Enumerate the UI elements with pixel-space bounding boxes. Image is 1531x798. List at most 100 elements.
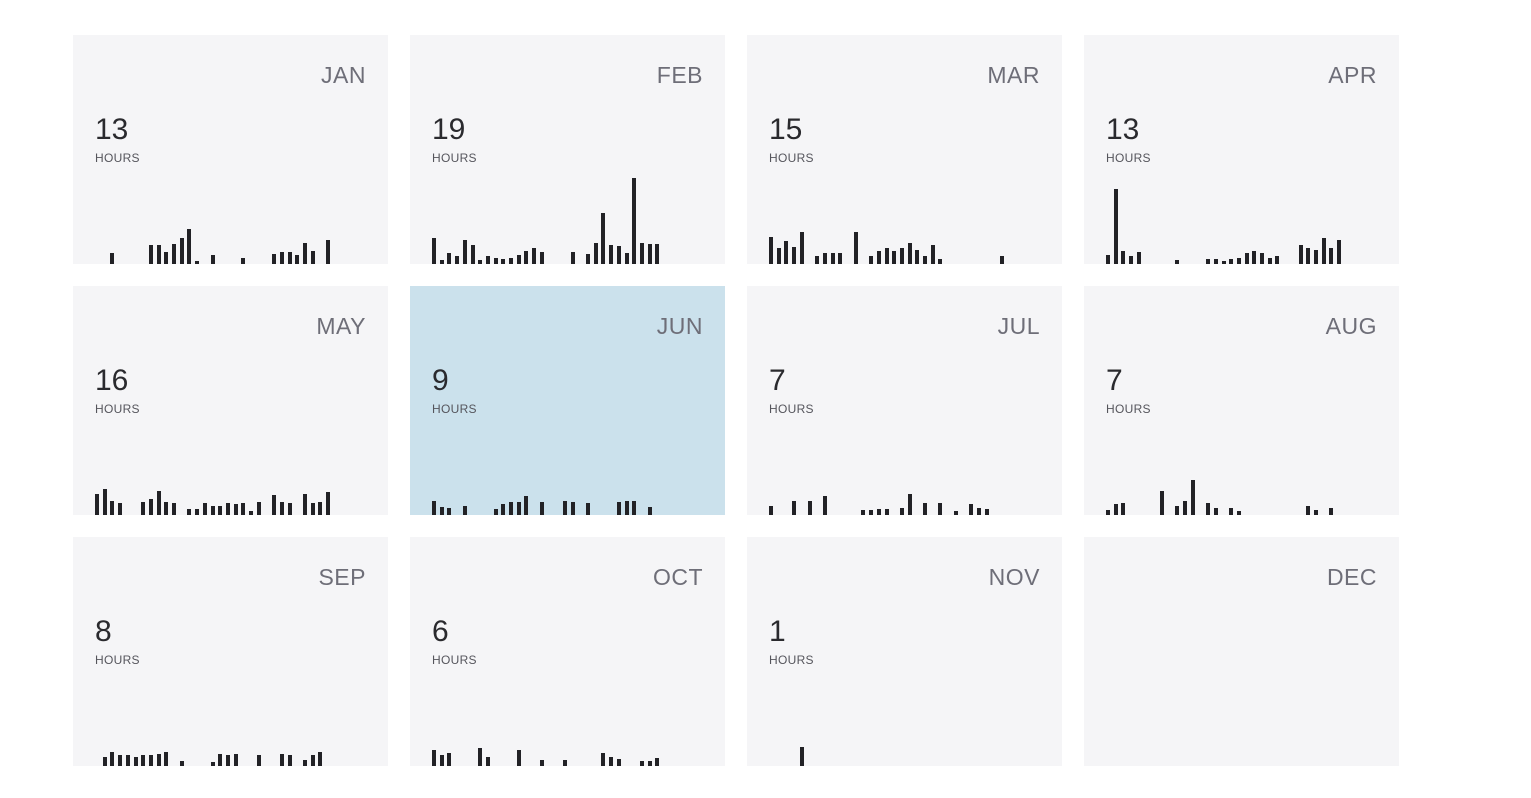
day-bar: [624, 500, 629, 515]
day-bar: [1000, 255, 1004, 264]
day-bar: [1206, 503, 1211, 515]
day-bar: [853, 231, 858, 264]
day-bar: [769, 237, 773, 264]
day-bar: [647, 507, 652, 515]
day-bar: [501, 504, 506, 515]
day-bar: [509, 257, 513, 264]
month-card-oct[interactable]: OCT 6 HOURS: [410, 537, 725, 766]
day-bar: [1106, 255, 1110, 264]
day-bar: [326, 239, 330, 264]
hours-value: 13: [1106, 113, 1140, 146]
month-card-apr[interactable]: APR 13 HOURS: [1084, 35, 1399, 264]
day-bar: [241, 258, 246, 264]
month-card-jan[interactable]: JAN 13 HOURS: [73, 35, 388, 264]
day-bar: [639, 242, 644, 264]
day-bar: [1298, 245, 1303, 264]
day-bar: [593, 242, 598, 264]
day-bar: [1121, 503, 1126, 515]
day-bar: [1190, 480, 1195, 515]
day-bar: [279, 501, 284, 515]
day-bar: [562, 759, 567, 766]
month-card-mar[interactable]: MAR 15 HOURS: [747, 35, 1062, 264]
day-bar: [179, 238, 184, 264]
day-bar: [148, 498, 153, 515]
day-bar: [272, 495, 277, 515]
day-bar: [1260, 253, 1264, 264]
day-bar: [1213, 508, 1218, 515]
hours-label: HOURS: [769, 653, 814, 667]
day-bar: [272, 254, 277, 264]
hours-value: 16: [95, 364, 129, 397]
day-bar: [1252, 251, 1257, 264]
day-bar: [310, 503, 315, 515]
month-card-sep[interactable]: SEP 8 HOURS: [73, 537, 388, 766]
month-card-nov[interactable]: NOV 1 HOURS: [747, 537, 1062, 766]
day-bar: [310, 250, 315, 264]
day-bar: [822, 253, 827, 264]
day-bar: [938, 258, 943, 264]
day-bar: [102, 489, 107, 515]
day-bar: [1337, 239, 1341, 264]
day-bar: [95, 493, 99, 515]
day-bar: [195, 508, 200, 515]
day-bar: [148, 755, 153, 766]
day-bar: [616, 759, 621, 766]
day-bar: [179, 760, 184, 766]
day-bar: [164, 751, 169, 766]
day-bar: [148, 245, 153, 264]
hours-value: 7: [1106, 364, 1123, 397]
hours-value: 8: [95, 615, 112, 648]
day-bar: [493, 257, 498, 264]
month-card-may[interactable]: MAY 16 HOURS: [73, 286, 388, 515]
month-card-jul[interactable]: JUL 7 HOURS: [747, 286, 1062, 515]
day-bar: [938, 503, 943, 515]
day-bar: [830, 253, 835, 264]
day-bar: [976, 508, 981, 515]
day-bar: [118, 503, 123, 515]
month-card-dec[interactable]: DEC: [1084, 537, 1399, 766]
day-bar: [432, 238, 436, 264]
day-bar: [287, 252, 292, 264]
daily-hours-chart: [95, 164, 343, 264]
day-bar: [907, 493, 912, 515]
day-bar: [524, 496, 529, 515]
day-bar: [524, 250, 529, 264]
day-bar: [655, 243, 660, 264]
day-bar: [609, 756, 614, 766]
day-bar: [930, 245, 935, 264]
day-bar: [187, 509, 192, 515]
daily-hours-chart: [769, 415, 1017, 515]
day-bar: [1206, 258, 1211, 264]
day-bar: [586, 254, 590, 264]
day-bar: [302, 242, 307, 264]
day-bar: [439, 260, 444, 264]
month-label: NOV: [988, 564, 1040, 590]
day-bar: [501, 259, 506, 264]
hours-label: HOURS: [432, 151, 477, 165]
month-label: MAR: [987, 62, 1040, 88]
month-label: SEP: [318, 564, 366, 590]
hours-value: 15: [769, 113, 803, 146]
month-label: FEB: [656, 62, 703, 88]
month-card-aug[interactable]: AUG 7 HOURS: [1084, 286, 1399, 515]
day-bar: [616, 501, 621, 515]
hours-label: HOURS: [95, 653, 140, 667]
month-card-feb[interactable]: FEB 19 HOURS: [410, 35, 725, 264]
day-bar: [218, 505, 223, 515]
month-card-jun[interactable]: JUN 9 HOURS: [410, 286, 725, 515]
day-bar: [318, 751, 323, 766]
day-bar: [1306, 505, 1311, 515]
day-bar: [233, 504, 238, 515]
day-bar: [953, 511, 958, 515]
daily-hours-chart: [769, 666, 1017, 766]
hours-value: 1: [769, 615, 786, 648]
day-bar: [1244, 253, 1249, 264]
day-bar: [156, 245, 161, 264]
day-bar: [432, 749, 436, 766]
day-bar: [601, 212, 606, 264]
day-bar: [876, 508, 881, 515]
day-bar: [784, 241, 789, 264]
day-bar: [884, 508, 889, 515]
day-bar: [432, 500, 436, 515]
day-bar: [141, 755, 146, 766]
